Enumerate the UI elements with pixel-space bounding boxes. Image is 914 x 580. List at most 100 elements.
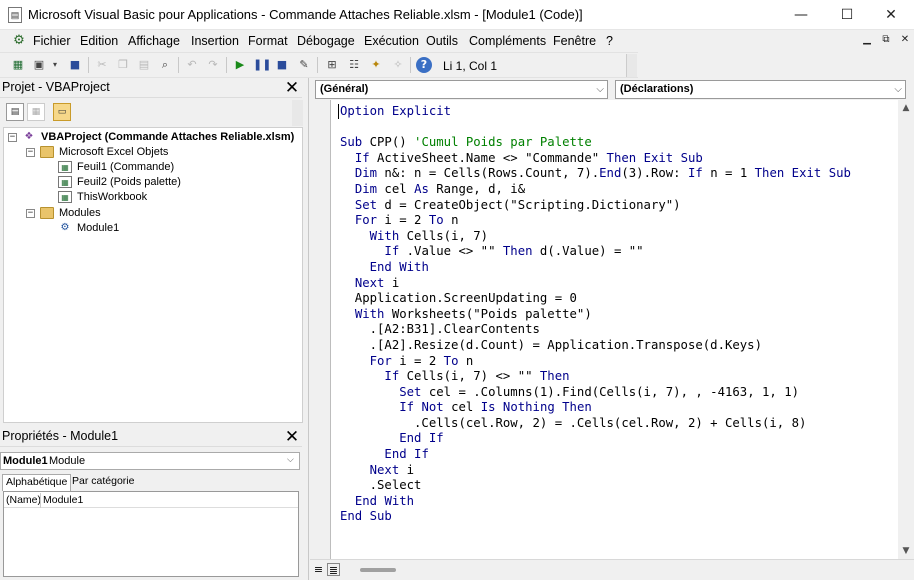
chevron-down-icon[interactable]: ⌵ xyxy=(596,81,604,98)
code-text[interactable]: Option Explicit​Sub CPP() 'Cumul Poids p… xyxy=(340,104,851,525)
horizontal-scroll-thumb[interactable] xyxy=(360,568,396,572)
code-line[interactable]: .Select xyxy=(340,478,851,494)
procedure-view-icon[interactable]: ≡ xyxy=(312,563,325,576)
code-line[interactable]: .[A2:B31].ClearContents xyxy=(340,322,851,338)
close-icon[interactable]: ✕ xyxy=(284,429,300,446)
folder-label: Modules xyxy=(59,207,101,219)
cut-icon[interactable]: ✂ xyxy=(94,57,110,73)
code-editor[interactable]: Option Explicit​Sub CPP() 'Cumul Poids p… xyxy=(330,100,898,559)
view-object-icon[interactable]: ▦ xyxy=(27,103,45,121)
property-value[interactable]: Module1 xyxy=(43,494,83,506)
object-browser-icon[interactable]: ✦ xyxy=(368,57,384,73)
view-excel-icon[interactable]: ▦ xyxy=(10,57,26,73)
child-restore-icon[interactable]: ⧉ xyxy=(879,33,893,47)
property-row[interactable]: (Name) Module1 xyxy=(4,493,298,508)
toolbar-separator xyxy=(88,57,89,73)
undo-icon[interactable]: ↶ xyxy=(184,57,200,73)
menu-insertion[interactable]: Insertion xyxy=(191,34,239,48)
code-line[interactable]: With Worksheets("Poids palette") xyxy=(340,307,851,323)
save-icon[interactable]: ■ xyxy=(67,57,83,73)
code-line[interactable]: For i = 2 To n xyxy=(340,213,851,229)
menu-edition[interactable]: Edition xyxy=(80,34,118,48)
collapse-icon[interactable]: − xyxy=(8,133,17,142)
menu-fenetre[interactable]: Fenêtre xyxy=(553,34,596,48)
code-line[interactable]: Dim cel As Range, d, i& xyxy=(340,182,851,198)
paste-icon[interactable]: ▤ xyxy=(136,57,152,73)
insert-userform-icon[interactable]: ▣ xyxy=(31,57,47,73)
module-icon: ⚙ xyxy=(60,222,70,233)
menu-outils[interactable]: Outils xyxy=(426,34,458,48)
code-line[interactable]: If Cells(i, 7) <> "" Then xyxy=(340,369,851,385)
child-close-icon[interactable]: ✕ xyxy=(898,33,912,47)
code-line[interactable]: For i = 2 To n xyxy=(340,354,851,370)
code-line[interactable]: End If xyxy=(340,431,851,447)
break-icon[interactable]: ❚❚ xyxy=(253,57,271,73)
menu-debogage[interactable]: Débogage xyxy=(297,34,355,48)
folder-icon xyxy=(40,146,54,158)
code-line[interactable]: Option Explicit xyxy=(340,104,851,120)
code-line[interactable]: Next i xyxy=(340,276,851,292)
toolbox-icon[interactable]: ✧ xyxy=(390,57,406,73)
code-line[interactable]: .Cells(cel.Row, 2) = .Cells(cel.Row, 2) … xyxy=(340,416,851,432)
find-icon[interactable]: ⌕ xyxy=(157,57,173,73)
code-line[interactable]: If ActiveSheet.Name <> "Commande" Then E… xyxy=(340,151,851,167)
object-dropdown[interactable]: (Général) ⌵ xyxy=(315,80,608,99)
redo-icon[interactable]: ↷ xyxy=(205,57,221,73)
toolbar-separator xyxy=(226,57,227,73)
code-line[interactable]: Application.ScreenUpdating = 0 xyxy=(340,291,851,307)
chevron-down-icon[interactable]: ⌵ xyxy=(894,81,902,98)
code-line[interactable]: ​ xyxy=(340,120,851,136)
code-line[interactable]: Sub CPP() 'Cumul Poids par Palette xyxy=(340,135,851,151)
app-icon[interactable]: ▤ xyxy=(8,7,22,23)
menu-fichier[interactable]: Fichier xyxy=(33,34,71,48)
project-explorer-icon[interactable]: ⊞ xyxy=(324,57,340,73)
code-line[interactable]: End With xyxy=(340,260,851,276)
code-line[interactable]: If .Value <> "" Then d(.Value) = "" xyxy=(340,244,851,260)
menu-execution[interactable]: Exécution xyxy=(364,34,419,48)
code-line[interactable]: .[A2].Resize(d.Count) = Application.Tran… xyxy=(340,338,851,354)
chevron-down-icon[interactable]: ⌵ xyxy=(287,455,294,465)
scroll-down-icon[interactable]: ▼ xyxy=(898,543,914,559)
code-line[interactable]: End Sub xyxy=(340,509,851,525)
insert-dropdown-icon[interactable]: ▾ xyxy=(47,57,63,73)
toolbar-options-handle[interactable] xyxy=(626,54,637,77)
object-selector[interactable]: Module1 Module ⌵ xyxy=(0,452,300,470)
minimize-icon[interactable]: — xyxy=(778,0,824,30)
code-line[interactable]: Dim n&: n = Cells(Rows.Count, 7).End(3).… xyxy=(340,166,851,182)
properties-window-icon[interactable]: ☷ xyxy=(346,57,362,73)
menu-affichage[interactable]: Affichage xyxy=(128,34,180,48)
tab-alphabetique[interactable]: Alphabétique xyxy=(2,474,72,491)
run-icon[interactable]: ▶ xyxy=(232,57,248,73)
menu-help[interactable]: ? xyxy=(606,34,613,48)
collapse-icon[interactable]: − xyxy=(26,148,35,157)
full-module-view-icon[interactable]: ≣ xyxy=(327,563,340,577)
help-icon[interactable]: ? xyxy=(416,57,432,73)
vbe-system-icon[interactable]: ⚙ xyxy=(10,33,28,49)
design-mode-icon[interactable]: ✎ xyxy=(296,57,312,73)
maximize-icon[interactable]: ☐ xyxy=(824,0,870,30)
code-line[interactable]: End With xyxy=(340,494,851,510)
child-minimize-icon[interactable]: ▁ xyxy=(860,33,874,47)
margin-indicator-bar[interactable] xyxy=(311,100,330,559)
menu-format[interactable]: Format xyxy=(248,34,288,48)
toggle-folders-icon[interactable]: ▭ xyxy=(53,103,71,121)
close-icon[interactable]: ✕ xyxy=(284,80,300,97)
procedure-dropdown[interactable]: (Déclarations) ⌵ xyxy=(615,80,906,99)
vertical-scrollbar[interactable]: ▲ ▼ xyxy=(898,100,914,559)
column-divider xyxy=(40,493,41,508)
project-scroll-handle[interactable] xyxy=(292,100,303,126)
code-line[interactable]: Set d = CreateObject("Scripting.Dictiona… xyxy=(340,198,851,214)
reset-icon[interactable]: ■ xyxy=(274,57,290,73)
close-icon[interactable]: ✕ xyxy=(868,0,914,30)
view-code-icon[interactable]: ▤ xyxy=(6,103,24,121)
code-line[interactable]: End If xyxy=(340,447,851,463)
copy-icon[interactable]: ❐ xyxy=(115,57,131,73)
tab-par-categorie[interactable]: Par catégorie xyxy=(69,474,137,491)
code-line[interactable]: Set cel = .Columns(1).Find(Cells(i, 7), … xyxy=(340,385,851,401)
menu-complements[interactable]: Compléments xyxy=(469,34,546,48)
code-line[interactable]: With Cells(i, 7) xyxy=(340,229,851,245)
scroll-up-icon[interactable]: ▲ xyxy=(898,100,914,116)
code-line[interactable]: If Not cel Is Nothing Then xyxy=(340,400,851,416)
collapse-icon[interactable]: − xyxy=(26,209,35,218)
code-line[interactable]: Next i xyxy=(340,463,851,479)
